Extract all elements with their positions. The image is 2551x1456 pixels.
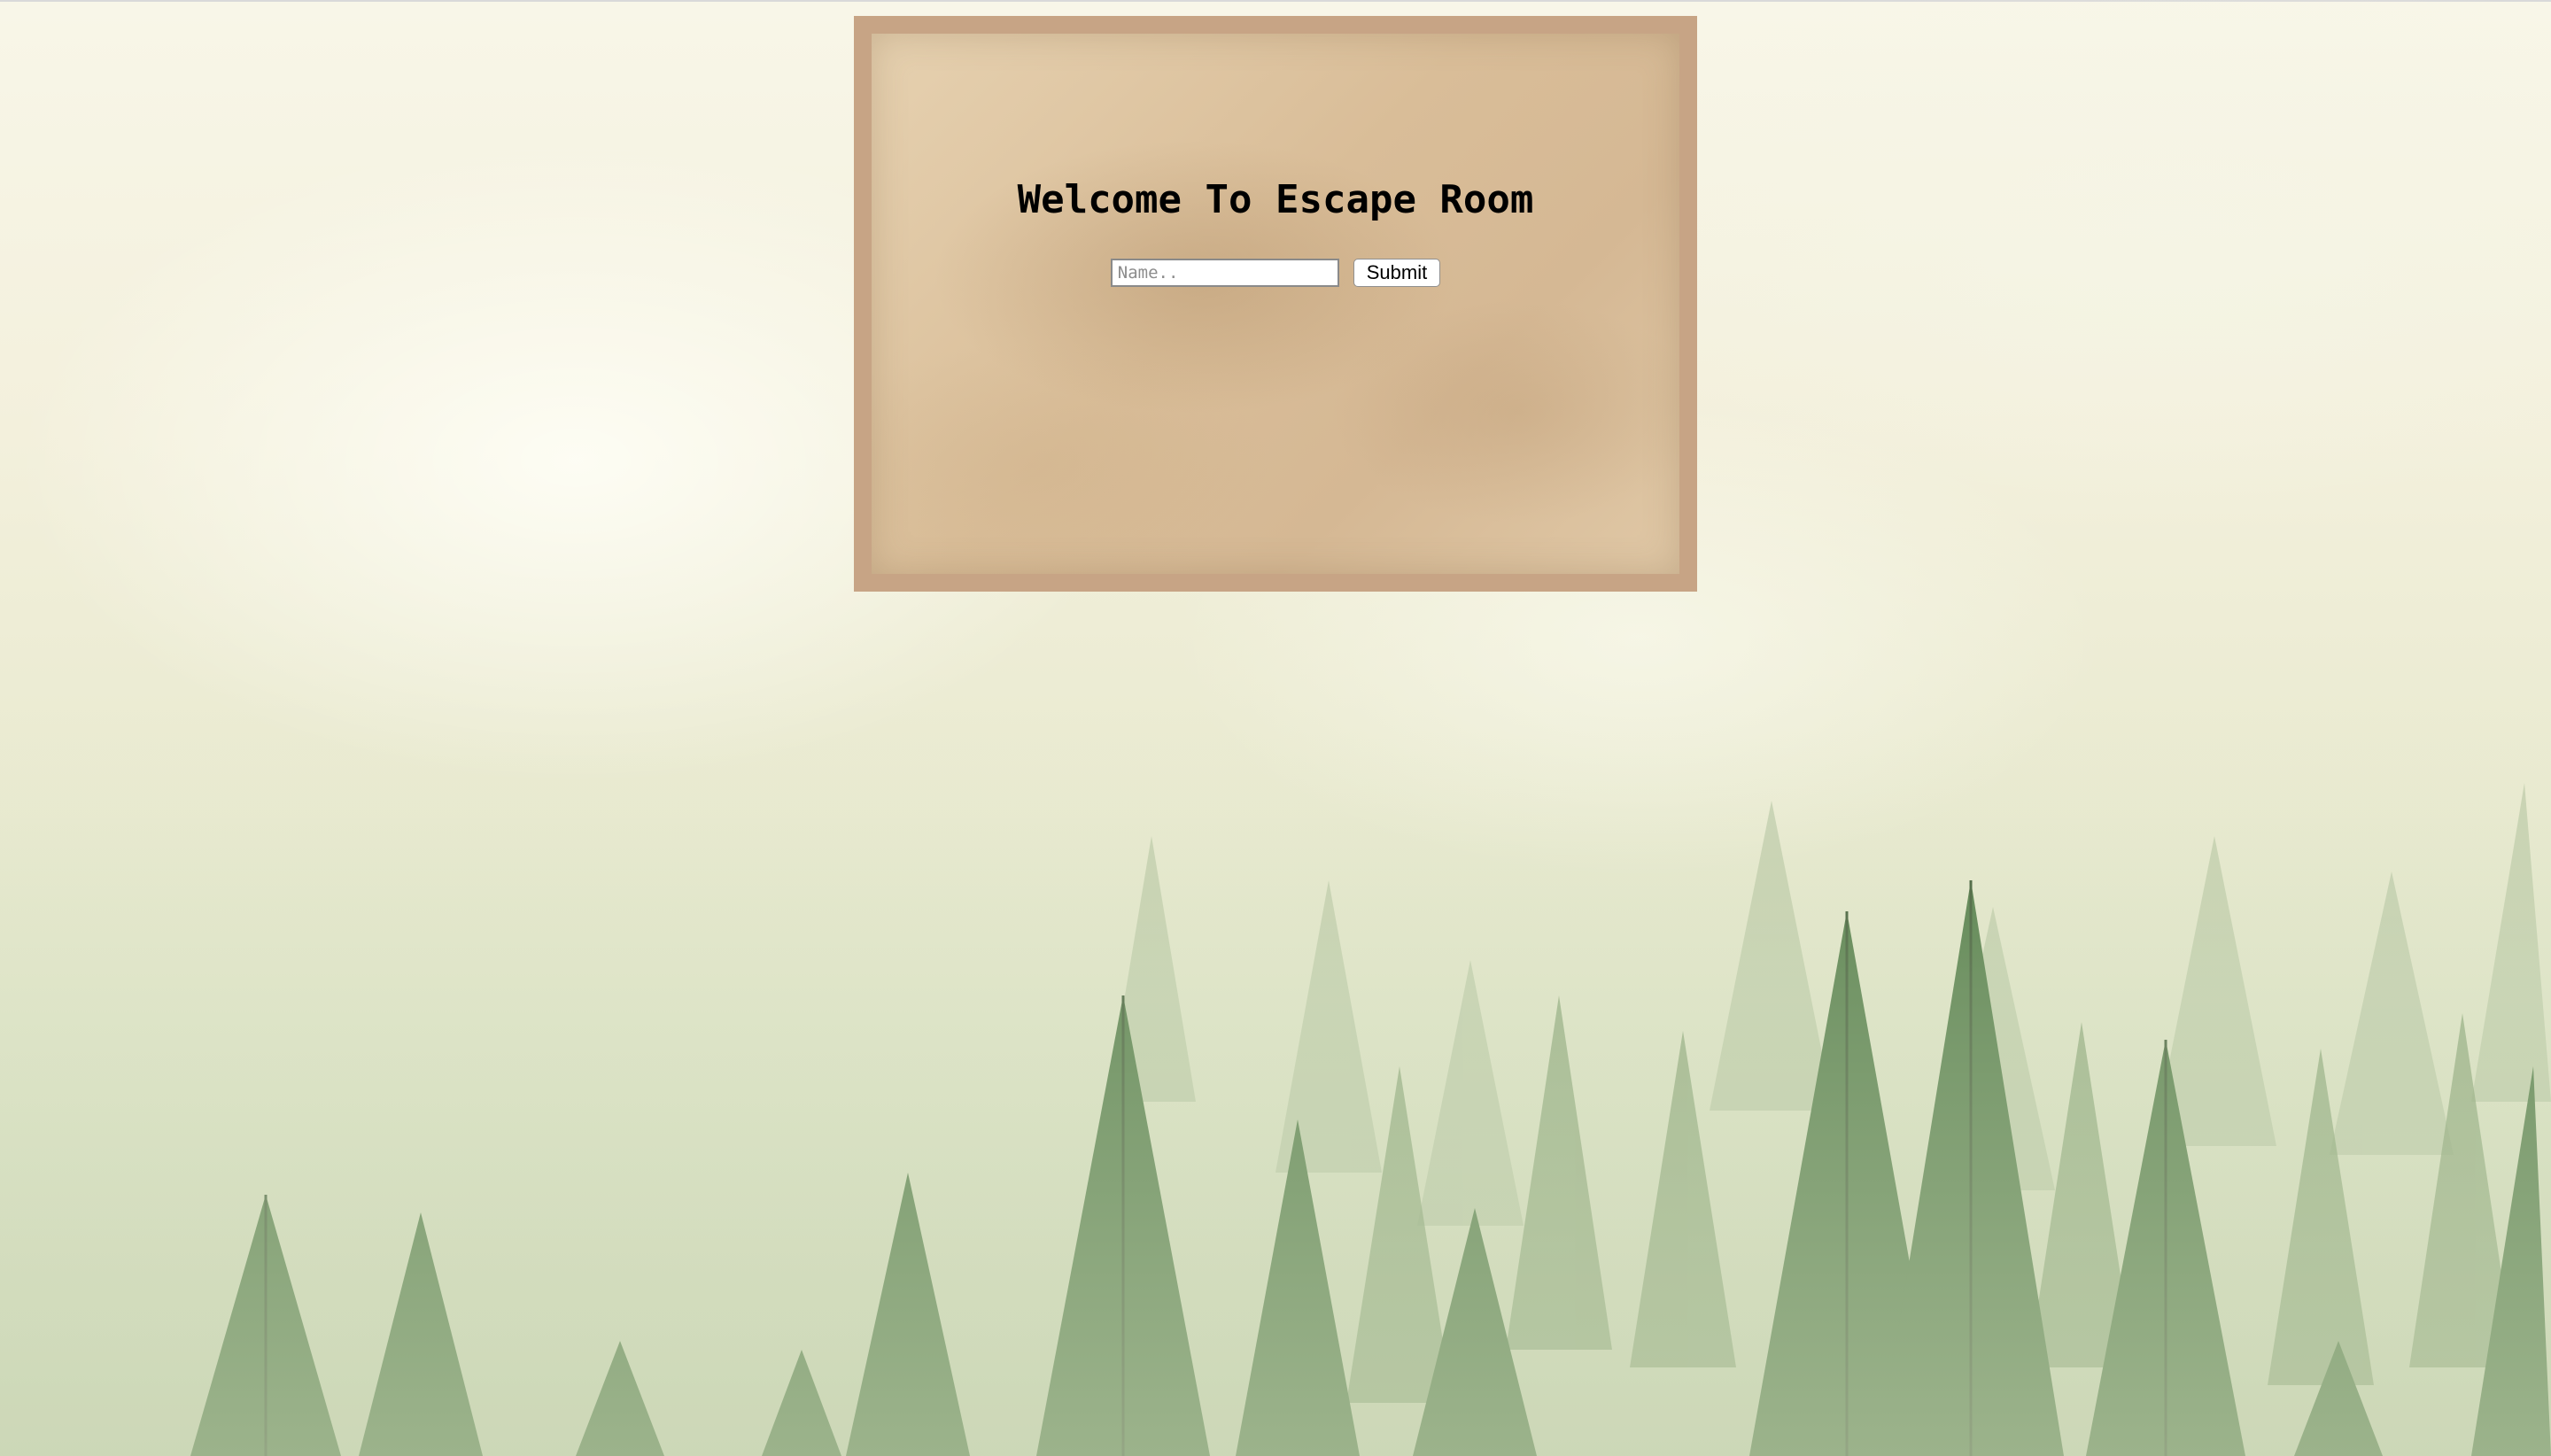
forest-illustration <box>0 730 2551 1456</box>
name-input[interactable] <box>1110 259 1339 287</box>
welcome-panel: Welcome To Escape Room Submit <box>854 16 1697 592</box>
submit-button[interactable]: Submit <box>1353 259 1441 287</box>
parchment-card: Welcome To Escape Room Submit <box>872 34 1679 574</box>
name-form: Submit <box>872 259 1679 287</box>
page-title: Welcome To Escape Room <box>1017 177 1534 222</box>
